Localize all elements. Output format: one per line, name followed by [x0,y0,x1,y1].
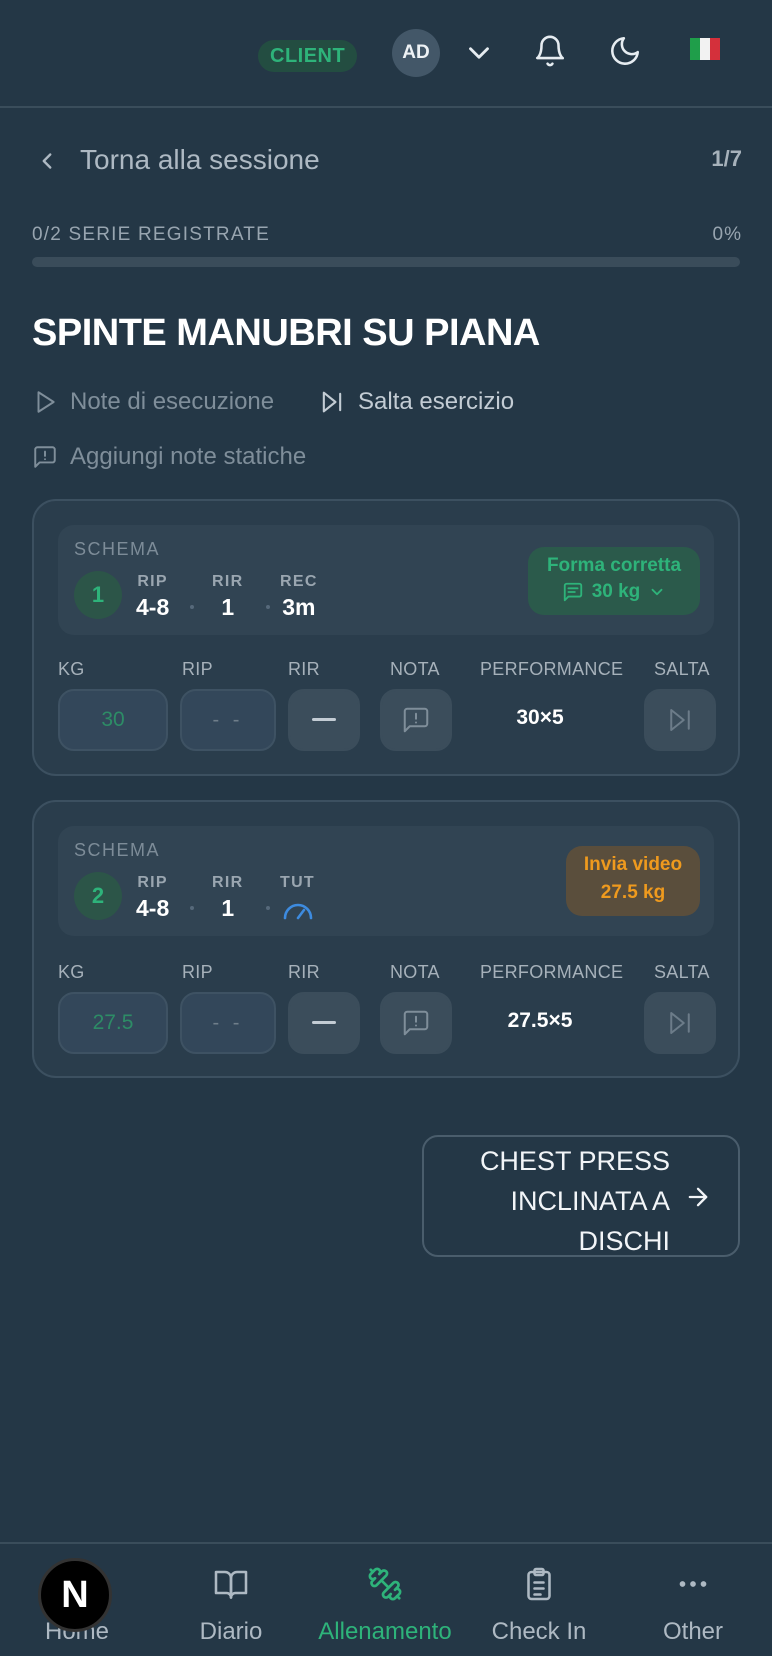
top-header: CLIENT AD [0,0,772,108]
next-exercise-label: CHEST PRESS INCLINATA A DISCHI [479,1146,670,1256]
param-rir: RIR 1 [212,874,244,921]
progress-percent: 0% [712,224,742,245]
book-icon [213,1566,249,1602]
exercise-title: SPINTE MANUBRI SU PIANA [32,312,540,354]
set-number: 2 [74,872,122,920]
message-alert-icon [401,705,431,735]
separator-dot [190,906,194,910]
col-rir-label: RIR [288,659,320,679]
set-schema: SCHEMA 1 RIP 4-8 RIR 1 REC 3m Forma corrett… [58,525,714,635]
chevron-down-icon [648,583,666,601]
col-rip-label: RIP [182,659,213,679]
execution-notes-button[interactable]: Note di esecuzione [32,388,274,416]
note-button[interactable] [380,992,452,1054]
bell-icon[interactable] [533,34,567,68]
message-square-icon [562,581,584,603]
performance-value: 27.5×5 [507,1009,573,1032]
col-performance-label: PERFORMANCE [480,962,624,982]
param-tut: TUT [280,874,315,920]
col-performance-label: PERFORMANCE [480,659,624,679]
schema-label: SCHEMA [74,840,161,860]
kg-input[interactable]: 30 [58,689,168,751]
clipboard-icon [521,1566,557,1602]
execution-notes-label: Note di esecuzione [70,388,275,415]
set-card: SCHEMA 2 RIP 4-8 RIR 1 TUT Invia video 27.… [32,800,740,1078]
back-row: Torna alla sessione 1/7 [30,138,742,184]
col-rip-label: RIP [182,962,213,982]
moon-icon[interactable] [608,34,642,68]
play-icon [32,389,58,415]
skip-forward-icon [665,705,695,735]
skip-forward-icon [665,1008,695,1038]
col-kg-label: KG [58,659,85,679]
more-icon [675,1566,711,1602]
send-video-title: Invia video [583,854,683,875]
skip-forward-icon [318,388,346,416]
note-button[interactable] [380,689,452,751]
chevron-left-icon[interactable] [34,148,60,174]
send-video-pill[interactable]: Invia video 27.5 kg [566,846,700,916]
set-schema: SCHEMA 2 RIP 4-8 RIR 1 TUT Invia video 27.… [58,826,714,936]
progress-label: 0/2 SERIE REGISTRATE [32,224,270,245]
progress-bar [32,257,740,267]
rip-input[interactable]: - - [180,689,276,751]
framework-logo[interactable]: N [38,1558,112,1632]
message-alert-icon [32,444,58,470]
set-number: 1 [74,571,122,619]
form-check-weight: 30 kg [591,581,641,602]
set-card: SCHEMA 1 RIP 4-8 RIR 1 REC 3m Forma corrett… [32,499,740,776]
dumbbell-icon [367,1566,403,1602]
rir-select[interactable] [288,689,360,751]
param-rir: RIR 1 [212,573,244,620]
col-salta-label: SALTA [654,659,710,679]
nav-label: Other [662,1618,724,1645]
send-video-weight: 27.5 kg [600,882,666,903]
form-check-pill[interactable]: Forma corretta 30 kg [528,547,700,615]
nav-item-diario[interactable]: Diario [154,1544,308,1656]
avatar[interactable]: AD [392,29,440,77]
skip-set-button[interactable] [644,689,716,751]
nav-item-allenamento[interactable]: Allenamento [308,1544,462,1656]
rir-select[interactable] [288,992,360,1054]
nav-item-check-in[interactable]: Check In [462,1544,616,1656]
col-nota-label: NOTA [390,962,440,982]
skip-exercise-label: Salta esercizio [358,388,515,415]
next-exercise-button[interactable]: CHEST PRESS INCLINATA A DISCHI [422,1135,740,1257]
col-rir-label: RIR [288,962,320,982]
exercise-pager: 1/7 [711,146,742,171]
separator-dot [190,605,194,609]
param-rec: REC 3m [280,573,318,620]
param-rip: RIP 4-8 [136,874,170,921]
form-check-title: Forma corretta [546,555,682,576]
skip-exercise-button[interactable]: Salta esercizio [318,388,514,416]
nav-label: Diario [199,1618,263,1645]
back-to-session-link[interactable]: Torna alla sessione [80,144,320,176]
role-badge: CLIENT [258,40,358,72]
arrow-right-icon [684,1183,712,1211]
separator-dot [266,906,270,910]
skip-set-button[interactable] [644,992,716,1054]
schema-label: SCHEMA [74,539,161,559]
chevron-down-icon[interactable] [462,36,496,70]
minus-icon [311,1020,337,1026]
nav-item-other[interactable]: Other [616,1544,770,1656]
col-nota-label: NOTA [390,659,440,679]
performance-value: 30×5 [516,706,564,729]
kg-input[interactable]: 27.5 [58,992,168,1054]
col-salta-label: SALTA [654,962,710,982]
italy-flag-icon[interactable] [690,38,720,60]
nav-label: Allenamento [318,1618,452,1645]
rip-input[interactable]: - - [180,992,276,1054]
gauge-icon [280,898,315,920]
nav-label: Check In [491,1618,587,1645]
static-notes-label: Aggiungi note statiche [70,443,307,470]
bottom-nav: Home Diario Allenamento Check In Other [0,1542,772,1656]
param-rip: RIP 4-8 [136,573,170,620]
message-alert-icon [401,1008,431,1038]
minus-icon [311,717,337,723]
col-kg-label: KG [58,962,85,982]
separator-dot [266,605,270,609]
static-notes-button[interactable]: Aggiungi note statiche [32,443,306,471]
